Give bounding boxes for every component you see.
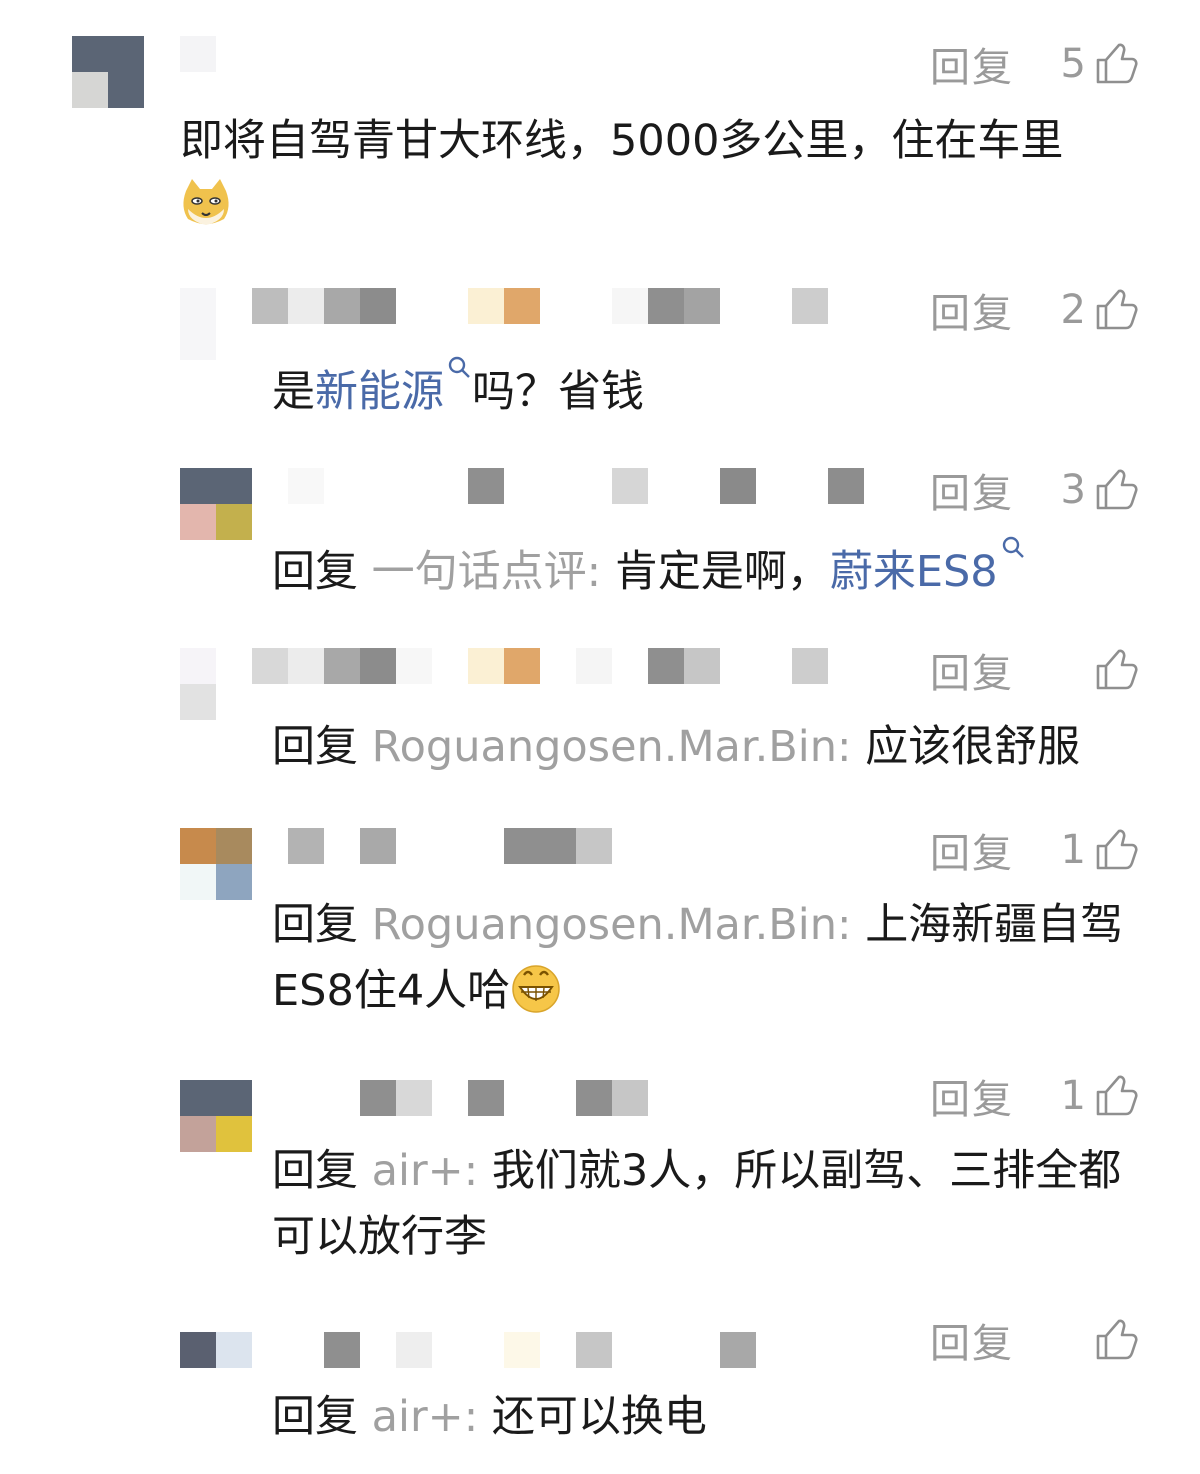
thumbs-up-icon[interactable] (1094, 468, 1138, 512)
comment-text: 回复 air+: 还可以换电 (272, 1384, 1152, 1450)
comment-body-line2: 可以放行李 (272, 1212, 487, 1262)
comment-text: 是新能源 吗？省钱 (272, 354, 1132, 425)
comment-body: 我们就3人，所以副驾、三排全都 (491, 1146, 1122, 1196)
username-blurred[interactable] (252, 1332, 772, 1368)
reply-prefix: 回复 (272, 900, 358, 950)
like-count: 1 (1060, 827, 1086, 873)
thumbs-up-icon[interactable] (1094, 288, 1138, 332)
search-icon[interactable] (446, 354, 472, 380)
like-count: 5 (1060, 41, 1086, 87)
thumbs-up-icon[interactable] (1094, 828, 1138, 872)
username-blurred[interactable] (252, 468, 872, 504)
like-count: 1 (1060, 1073, 1086, 1119)
comment-text: 回复 一句话点评: 肯定是啊，蔚来ES8 (272, 534, 1152, 605)
comment-body: 应该很舒服 (865, 722, 1081, 772)
reply-colon: : (586, 547, 602, 597)
thumbs-up-icon[interactable] (1094, 648, 1138, 692)
comment-body: 上海新疆自驾 (865, 900, 1124, 950)
reply-colon: : (837, 722, 852, 772)
avatar[interactable] (180, 288, 216, 360)
like-count: 2 (1060, 287, 1086, 333)
reply-colon: : (463, 1146, 479, 1196)
comment-body-tail: 吗？省钱 (472, 367, 644, 417)
username-blurred[interactable] (252, 1080, 652, 1116)
comment-actions: 回复 (930, 1312, 1138, 1368)
comment-actions: 回复 1 (930, 1068, 1138, 1124)
search-icon[interactable] (1000, 534, 1026, 560)
thumbs-up-icon[interactable] (1094, 1318, 1138, 1362)
grin-emoji-icon (512, 965, 560, 1013)
username-blurred[interactable] (180, 36, 220, 72)
reply-button[interactable]: 回复 (930, 641, 1014, 699)
comment-body: 是 (272, 367, 315, 417)
comment-actions: 回复 (930, 642, 1138, 698)
reply-button[interactable]: 回复 (930, 821, 1014, 879)
username-blurred[interactable] (252, 648, 832, 684)
reply-button[interactable]: 回复 (930, 35, 1014, 93)
comment-text: 回复 Roguangosen.Mar.Bin: 上海新疆自驾 ES8住4人哈 (272, 892, 1152, 1024)
avatar[interactable] (180, 1080, 252, 1152)
thumbs-up-icon[interactable] (1094, 1074, 1138, 1118)
reply-colon: : (463, 1392, 479, 1442)
comment-body: 肯定是啊， (614, 547, 830, 597)
like-count: 3 (1060, 467, 1086, 513)
username-blurred[interactable] (252, 828, 612, 864)
comment-body: 还可以换电 (491, 1392, 707, 1442)
reply-prefix: 回复 (272, 722, 358, 772)
reply-button[interactable]: 回复 (930, 281, 1014, 339)
avatar[interactable] (72, 36, 144, 108)
comment-actions: 回复 5 (930, 36, 1138, 92)
reply-prefix: 回复 (272, 1392, 358, 1442)
search-link[interactable]: 蔚来ES8 (830, 547, 998, 597)
reply-button[interactable]: 回复 (930, 1311, 1014, 1369)
doge-emoji-icon (183, 179, 229, 225)
comment-text: 回复 air+: 我们就3人，所以副驾、三排全都 可以放行李 (272, 1138, 1152, 1270)
reply-to-user[interactable]: air+ (372, 1392, 464, 1442)
reply-to-user[interactable]: Roguangosen.Mar.Bin (372, 900, 837, 950)
comment-text: 即将自驾青甘大环线，5000多公里，住在车里 (180, 108, 1140, 240)
reply-to-user[interactable]: 一句话点评 (372, 547, 587, 597)
username-blurred[interactable] (252, 288, 832, 324)
comment-actions: 回复 3 (930, 462, 1138, 518)
reply-to-user[interactable]: air+ (372, 1146, 464, 1196)
comment-actions: 回复 2 (930, 282, 1138, 338)
comment-text: 回复 Roguangosen.Mar.Bin: 应该很舒服 (272, 714, 1152, 780)
avatar[interactable] (180, 648, 252, 720)
reply-button[interactable]: 回复 (930, 1067, 1014, 1125)
reply-button[interactable]: 回复 (930, 461, 1014, 519)
avatar[interactable] (180, 1332, 252, 1368)
avatar[interactable] (180, 828, 252, 900)
comment-body-line2: ES8住4人哈 (272, 966, 511, 1016)
thumbs-up-icon[interactable] (1094, 42, 1138, 86)
comment-body: 即将自驾青甘大环线，5000多公里，住在车里 (180, 116, 1064, 166)
avatar[interactable] (180, 468, 252, 540)
reply-colon: : (837, 900, 852, 950)
reply-prefix: 回复 (272, 1146, 358, 1196)
reply-to-user[interactable]: Roguangosen.Mar.Bin (372, 722, 837, 772)
comment-actions: 回复 1 (930, 822, 1138, 878)
search-link[interactable]: 新能源 (315, 367, 444, 417)
reply-prefix: 回复 (272, 547, 358, 597)
